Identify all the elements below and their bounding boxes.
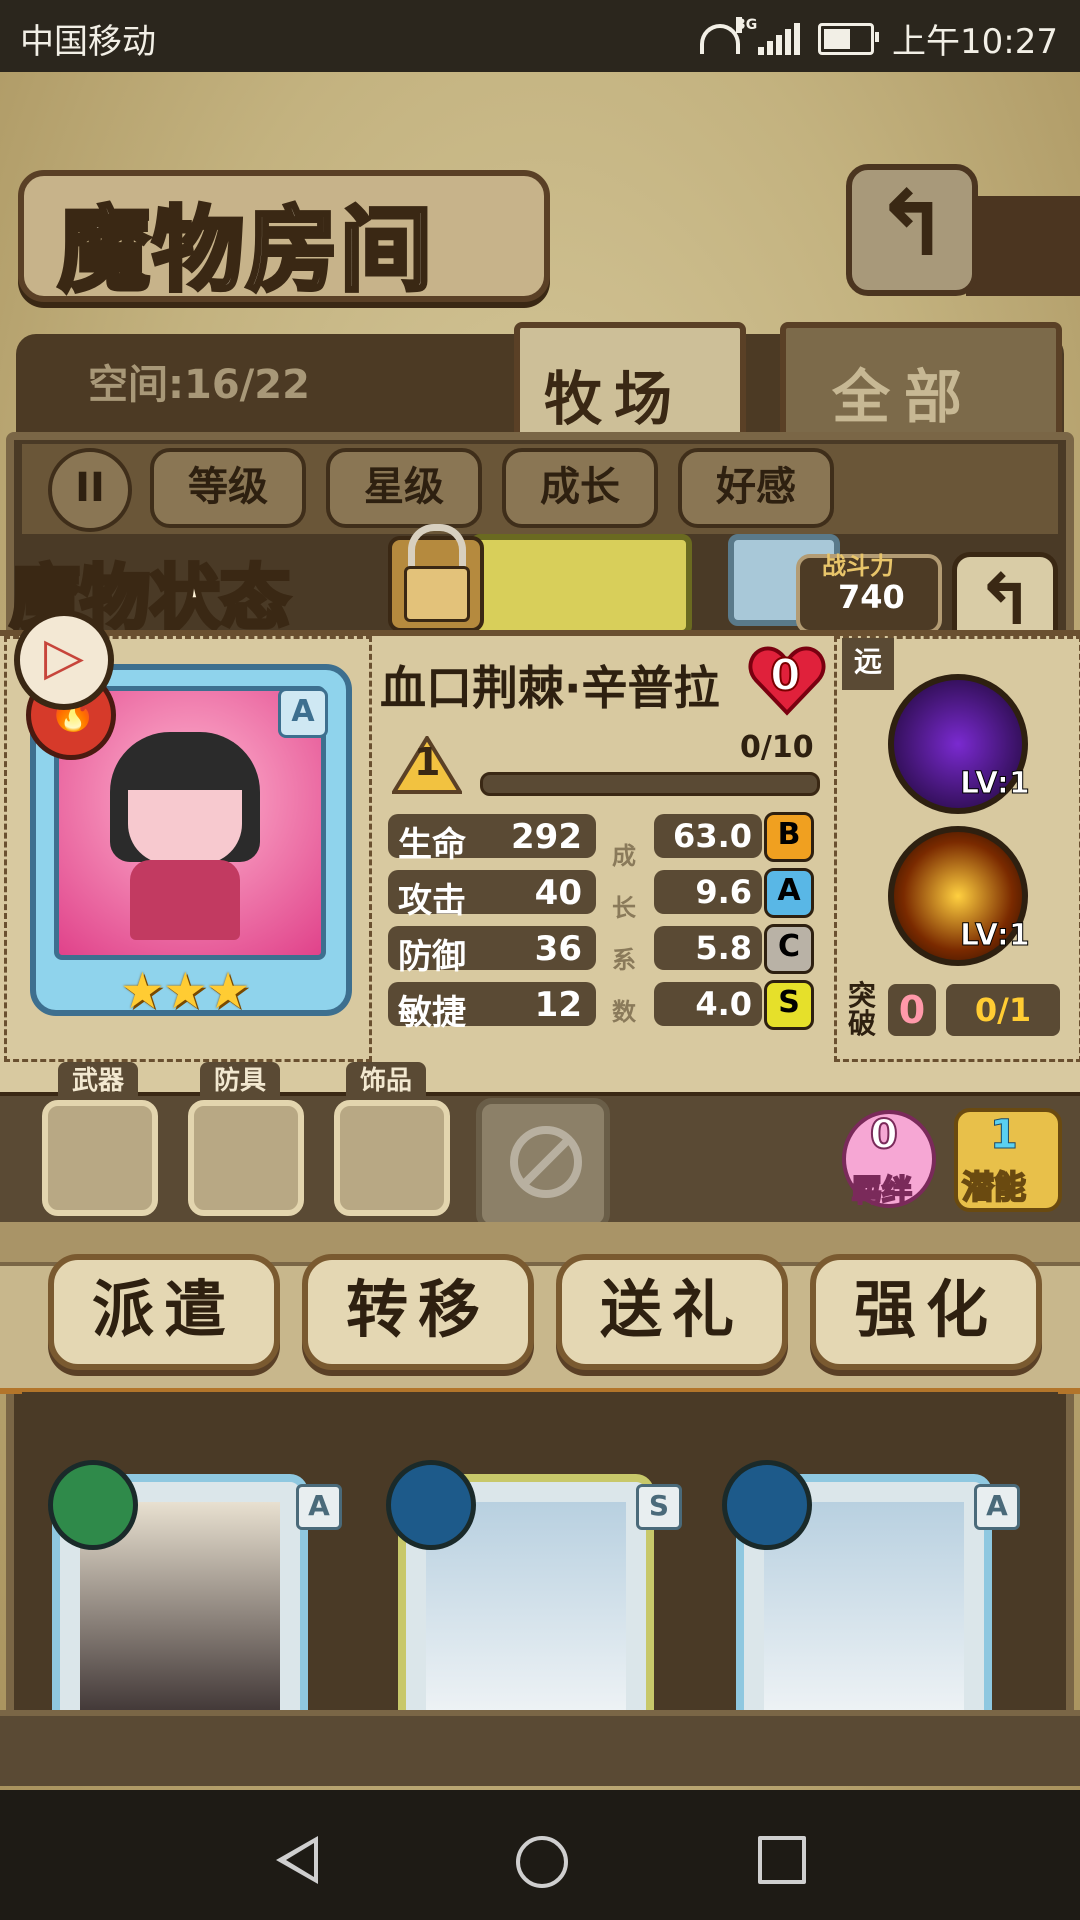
status-bar: 中国移动 3G 上午10:27 [0, 0, 1080, 72]
space-counter: 空间:16/22 [88, 362, 310, 408]
padlock-body [404, 566, 470, 622]
potential-value: 1 [990, 1112, 1019, 1159]
exp-text: 0/10 [740, 730, 814, 765]
stat-label: 生命 [398, 825, 466, 865]
background-monster-card [470, 534, 692, 636]
stat-agility: 敏捷 12 [388, 982, 596, 1033]
equip-label-accessory: 饰品 [346, 1062, 427, 1100]
bond-label: 羁绊 [851, 1173, 913, 1210]
monster-grade-badge: A [296, 1484, 342, 1530]
transfer-button[interactable]: 转移 [302, 1254, 534, 1370]
stat-label: 攻击 [398, 881, 466, 921]
potential-label: 潜能 [961, 1167, 1027, 1207]
rank-badge-attack: A [764, 868, 814, 918]
stat-value: 292 [511, 817, 582, 857]
growth-defense: 5.8 [654, 926, 762, 970]
battery-icon [818, 22, 880, 55]
carrier-label: 中国移动 [20, 22, 156, 62]
armor-slot[interactable] [188, 1100, 304, 1216]
dispatch-button[interactable]: 派遣 [48, 1254, 280, 1370]
bottom-frame [0, 1710, 1080, 1786]
ban-icon [510, 1126, 582, 1198]
filter-growth-button[interactable]: 成长 [502, 448, 658, 528]
growth-attack: 9.6 [654, 870, 762, 914]
rank-badge-defense: C [764, 924, 814, 974]
star-rating: ★★★ [120, 962, 250, 1020]
nature-element-icon [48, 1460, 138, 1550]
monster-face [128, 790, 242, 864]
tab-all-label: 全部 [832, 363, 977, 431]
filter-affection-button[interactable]: 好感 [678, 448, 834, 528]
home-icon[interactable] [516, 1836, 568, 1888]
rank-badge-hp: B [764, 812, 814, 862]
stat-value: 40 [534, 873, 582, 913]
return-arrow-icon: ↰ [874, 172, 950, 277]
combat-power-label: 战斗力 [822, 552, 894, 580]
combat-power-value: 740 [838, 578, 905, 616]
stat-label: 防御 [398, 937, 466, 977]
network-type-label: 3G [736, 16, 758, 33]
monster-grade-badge: S [636, 1484, 682, 1530]
growth-vertical-char: 长 [612, 894, 636, 922]
breakthrough-ratio: 0/1 [946, 984, 1060, 1036]
page-title: 魔物房间 [56, 195, 435, 306]
pause-button[interactable]: II [48, 448, 132, 532]
stat-hp: 生命 292 [388, 814, 596, 865]
growth-vertical-char: 系 [612, 946, 636, 974]
tab-pasture-label: 牧场 [544, 365, 685, 433]
stat-label: 敏捷 [398, 993, 466, 1033]
back-icon-inner [286, 1843, 314, 1877]
monster-grade-badge: A [974, 1484, 1020, 1530]
equip-label-weapon: 武器 [58, 1062, 139, 1100]
gift-button[interactable]: 送礼 [556, 1254, 788, 1370]
growth-agility: 4.0 [654, 982, 762, 1026]
skill-level: LV:1 [960, 766, 1031, 802]
clock: 上午10:27 [892, 22, 1058, 62]
weapon-slot[interactable] [42, 1100, 158, 1216]
filter-level-button[interactable]: 等级 [150, 448, 306, 528]
growth-vertical-char: 数 [612, 998, 636, 1026]
growth-hp: 63.0 [654, 814, 762, 858]
monster-body [130, 860, 240, 940]
skill-level: LV:1 [960, 918, 1031, 954]
range-tag: 远 [842, 638, 894, 690]
water-element-icon [386, 1460, 476, 1550]
back-button[interactable]: ↰ [846, 164, 978, 296]
water-element-icon [722, 1460, 812, 1550]
affection-value: 0 [769, 649, 802, 702]
evolve-arrow-icon[interactable]: ▷ [14, 610, 114, 710]
stat-value: 12 [534, 985, 582, 1025]
pause-icon: II [75, 465, 105, 511]
return-arrow-icon: ↰ [975, 559, 1035, 641]
exp-bar [480, 772, 820, 796]
bond-value: 0 [869, 1111, 899, 1159]
growth-vertical-char: 成 [612, 842, 636, 870]
stat-attack: 攻击 40 [388, 870, 596, 921]
enhance-button[interactable]: 强化 [810, 1254, 1042, 1370]
monster-grade-badge: A [278, 688, 328, 738]
monster-level: 1 [414, 740, 441, 784]
cellular-signal-icon: 3G [736, 16, 801, 55]
rank-badge-agility: S [764, 980, 814, 1030]
accessory-slot[interactable] [334, 1100, 450, 1216]
equip-label-armor: 防具 [200, 1062, 281, 1100]
recent-apps-icon[interactable] [758, 1836, 806, 1884]
padlock-icon [408, 524, 466, 567]
filter-star-button[interactable]: 星级 [326, 448, 482, 528]
breakthrough-label: 突破 [848, 979, 877, 1040]
back-button-rail [966, 196, 1080, 296]
wifi-icon [700, 23, 741, 54]
stat-defense: 防御 36 [388, 926, 596, 977]
monster-name: 血口荆棘·辛普拉 [380, 661, 720, 715]
breakthrough-value: 0 [888, 984, 936, 1036]
stat-value: 36 [534, 929, 582, 969]
